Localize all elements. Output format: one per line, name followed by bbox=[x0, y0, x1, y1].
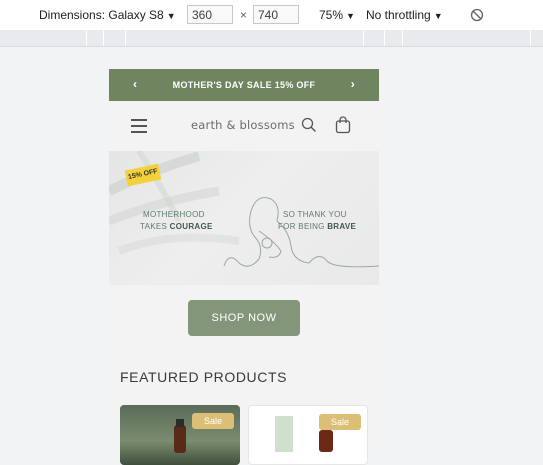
height-input[interactable]: 740 bbox=[253, 5, 299, 24]
cart-icon[interactable] bbox=[335, 116, 351, 134]
device-select[interactable]: Dimensions: Galaxy S8 ▼ bbox=[39, 8, 176, 22]
device-select-label: Dimensions: Galaxy S8 bbox=[39, 8, 164, 22]
ruler-tick bbox=[125, 30, 126, 46]
hero-banner[interactable]: 15% OFF MOTHERHOOD TAKES COURAGE SO THAN… bbox=[109, 151, 379, 285]
sale-badge: Sale bbox=[319, 414, 361, 430]
announcement-text: MOTHER'S DAY SALE 15% OFF bbox=[172, 80, 316, 90]
sale-badge: Sale bbox=[192, 413, 234, 429]
device-viewport: ‹ MOTHER'S DAY SALE 15% OFF › earth & bl… bbox=[109, 69, 379, 445]
featured-products-heading: FEATURED PRODUCTS bbox=[120, 369, 288, 385]
ruler-tick bbox=[402, 30, 403, 46]
rotate-icon[interactable] bbox=[470, 8, 484, 22]
zoom-select[interactable]: 75% ▼ bbox=[319, 8, 355, 22]
banner-left-line2: TAKES COURAGE bbox=[140, 222, 213, 231]
product-card[interactable]: Sale bbox=[248, 405, 368, 465]
search-icon[interactable] bbox=[301, 117, 317, 133]
chevron-down-icon: ▼ bbox=[433, 11, 443, 21]
ruler-tick bbox=[86, 30, 87, 46]
dimension-separator: × bbox=[240, 8, 248, 22]
mother-child-line-art bbox=[223, 197, 379, 268]
chevron-down-icon: ▼ bbox=[346, 11, 355, 21]
ruler-tick bbox=[384, 30, 385, 46]
banner-right-line1: SO THANK YOU bbox=[283, 210, 347, 219]
brand-logo[interactable]: earth & blossoms bbox=[191, 118, 295, 132]
shop-now-button[interactable]: SHOP NOW bbox=[188, 300, 300, 336]
throttling-label: No throttling bbox=[366, 8, 431, 22]
menu-icon[interactable] bbox=[131, 119, 147, 133]
width-input[interactable]: 360 bbox=[187, 5, 233, 24]
ruler-tick bbox=[103, 30, 104, 46]
ruler-tick bbox=[530, 30, 531, 46]
next-arrow-icon[interactable]: › bbox=[351, 77, 355, 91]
media-query-ruler[interactable] bbox=[0, 30, 543, 47]
ruler-tick bbox=[363, 30, 364, 46]
device-toolbar: Dimensions: Galaxy S8 ▼ 360 × 740 75% ▼ No… bbox=[0, 0, 543, 31]
chevron-down-icon: ▼ bbox=[166, 11, 176, 21]
zoom-label: 75% bbox=[319, 8, 344, 22]
product-card[interactable]: Sale bbox=[120, 405, 240, 465]
cta-section: SHOP NOW bbox=[109, 285, 379, 355]
throttling-select[interactable]: No throttling ▼ bbox=[366, 8, 443, 22]
banner-right-line2: FOR BEING BRAVE bbox=[278, 222, 357, 231]
prev-arrow-icon[interactable]: ‹ bbox=[133, 77, 137, 91]
site-header: earth & blossoms bbox=[109, 101, 379, 151]
banner-left-line1: MOTHERHOOD bbox=[143, 210, 205, 219]
announcement-bar: ‹ MOTHER'S DAY SALE 15% OFF › bbox=[109, 69, 379, 101]
